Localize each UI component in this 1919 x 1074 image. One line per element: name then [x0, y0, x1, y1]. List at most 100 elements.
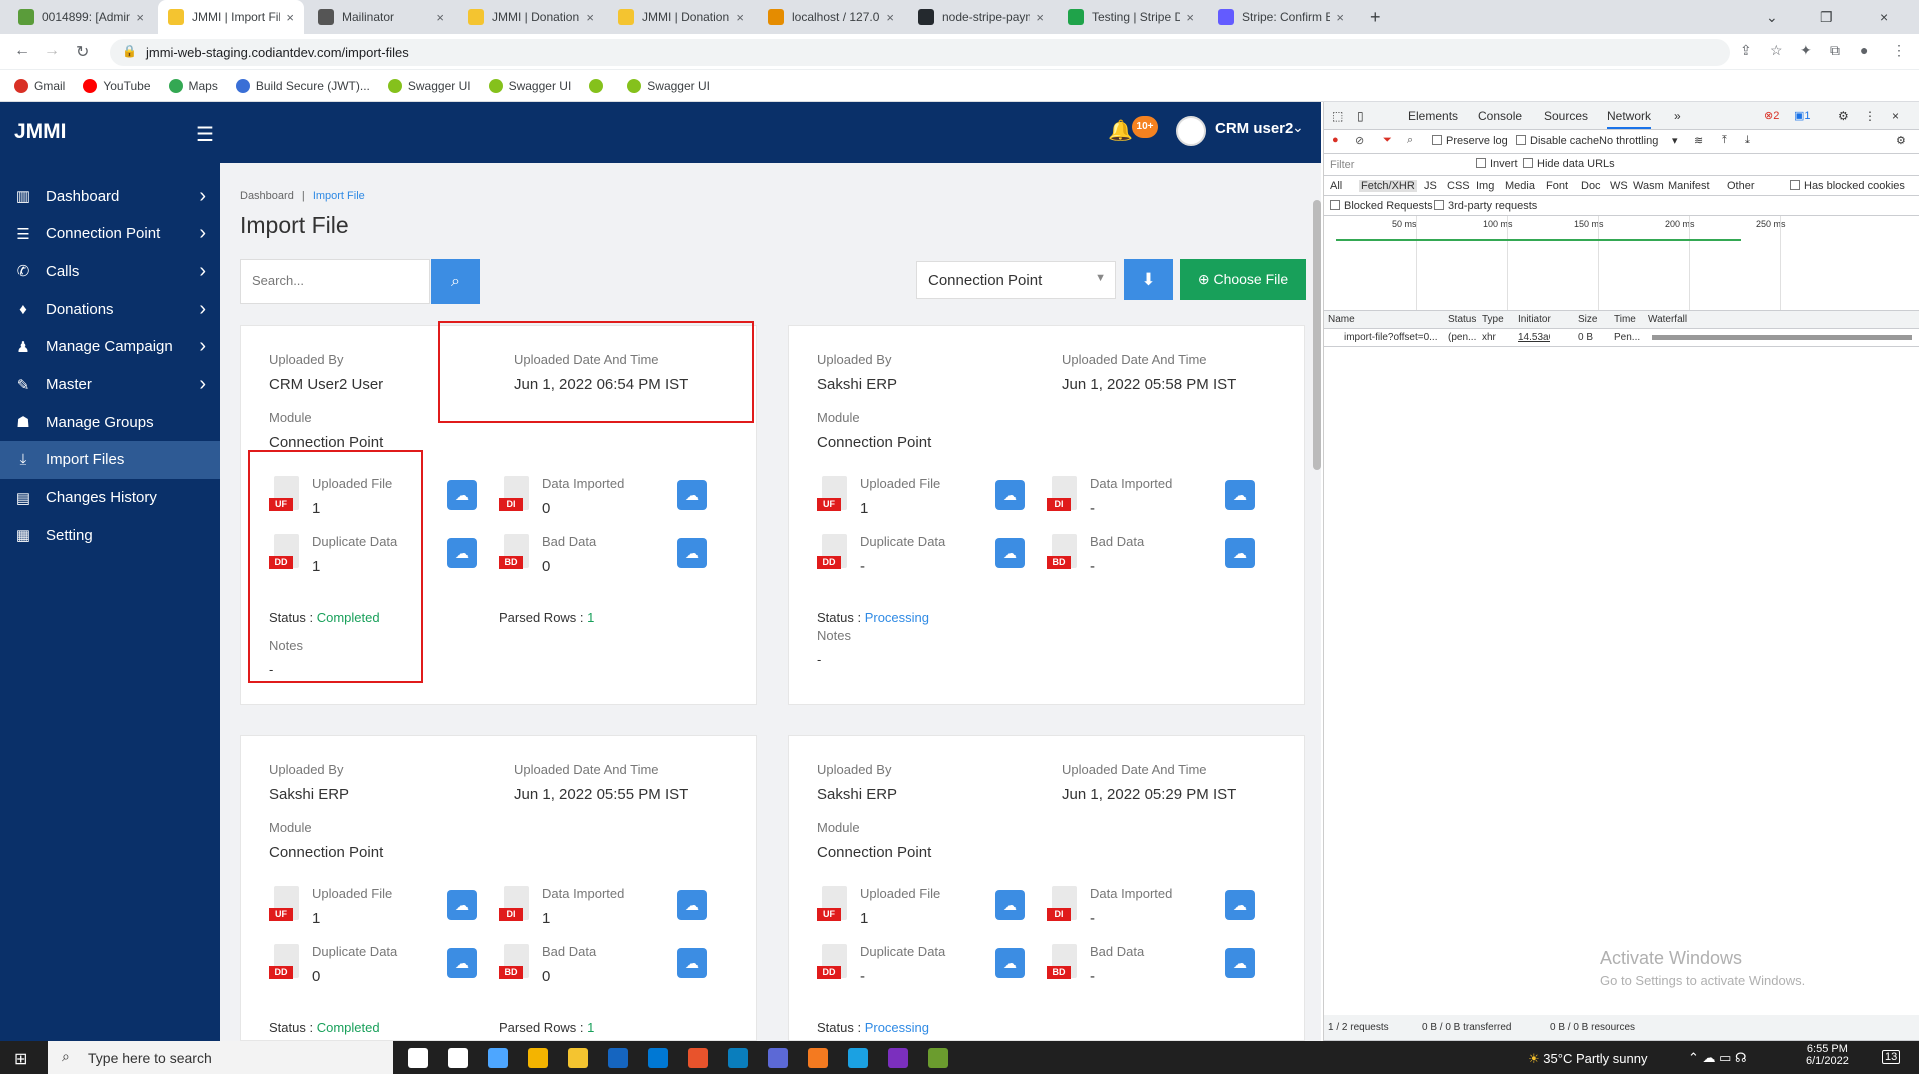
- puzzle-icon[interactable]: ⧉: [1830, 42, 1840, 59]
- checkbox[interactable]: [1476, 158, 1486, 168]
- filter-type-ws[interactable]: WS: [1610, 180, 1628, 192]
- bookmark-item[interactable]: Swagger UI: [387, 78, 471, 93]
- restore-icon[interactable]: ❐: [1810, 0, 1843, 34]
- invert-checkbox[interactable]: Invert: [1476, 158, 1518, 170]
- filter-type-js[interactable]: JS: [1424, 180, 1437, 192]
- filter-type-manifest[interactable]: Manifest: [1668, 180, 1710, 192]
- devtools-tab-elements[interactable]: Elements: [1408, 109, 1458, 123]
- filter-input[interactable]: Filter: [1330, 159, 1460, 171]
- column-header-initiator[interactable]: Initiator: [1518, 314, 1551, 325]
- dropdown-icon[interactable]: ▾: [1672, 134, 1678, 147]
- taskbar-app-icon[interactable]: [648, 1048, 668, 1068]
- brand-logo[interactable]: JMMI: [14, 120, 67, 144]
- close-icon[interactable]: ×: [1336, 10, 1344, 25]
- bookmark-item[interactable]: Maps: [168, 78, 218, 93]
- filter-type-other[interactable]: Other: [1727, 180, 1755, 192]
- more-tabs-icon[interactable]: »: [1674, 109, 1681, 123]
- close-icon[interactable]: ×: [886, 10, 894, 25]
- sidebar-item-manage-groups[interactable]: ☗ Manage Groups: [0, 403, 220, 441]
- bookmark-item[interactable]: Gmail: [14, 78, 65, 93]
- taskbar-app-icon[interactable]: [728, 1048, 748, 1068]
- column-header-waterfall[interactable]: Waterfall: [1648, 314, 1687, 325]
- browser-tab[interactable]: localhost / 127.0.0.1 / ×: [758, 0, 904, 34]
- profile-icon[interactable]: ●: [1860, 42, 1868, 58]
- close-icon[interactable]: ×: [736, 10, 744, 25]
- download-button[interactable]: ☁: [1225, 948, 1255, 978]
- close-window-icon[interactable]: ×: [1870, 0, 1898, 34]
- filter-type-fetch-xhr[interactable]: Fetch/XHR: [1359, 180, 1417, 192]
- avatar[interactable]: [1176, 116, 1206, 146]
- download-button[interactable]: ☁: [677, 890, 707, 920]
- taskbar-app-icon[interactable]: [808, 1048, 828, 1068]
- taskbar-search[interactable]: ⌕ Type here to search: [48, 1041, 393, 1074]
- download-button[interactable]: ☁: [447, 890, 477, 920]
- search-button[interactable]: ⌕: [431, 259, 480, 304]
- column-header-status[interactable]: Status: [1448, 314, 1476, 325]
- sidebar-item-setting[interactable]: ▦ Setting: [0, 516, 220, 554]
- sidebar-item-connection-point[interactable]: ☰ Connection Point ›: [0, 215, 220, 253]
- user-name[interactable]: CRM user2: [1215, 120, 1293, 137]
- filter-type-css[interactable]: CSS: [1447, 180, 1470, 192]
- bookmark-item[interactable]: Swagger UI: [488, 78, 571, 93]
- close-icon[interactable]: ×: [1036, 10, 1044, 25]
- devtools-tab-console[interactable]: Console: [1478, 109, 1522, 123]
- has-blocked-cookies-checkbox[interactable]: Has blocked cookies: [1790, 180, 1905, 192]
- taskbar-app-icon[interactable]: [768, 1048, 788, 1068]
- request-size[interactable]: 0 B: [1578, 332, 1610, 343]
- checkbox[interactable]: [1790, 180, 1800, 190]
- minimize-icon[interactable]: ⌄: [1756, 0, 1788, 34]
- page-scrollbar[interactable]: [1313, 200, 1321, 470]
- browser-tab[interactable]: 0014899: [Admin][Con ×: [8, 0, 154, 34]
- preserve-log-checkbox[interactable]: Preserve log: [1432, 135, 1508, 147]
- error-count[interactable]: ⊗2: [1764, 109, 1779, 122]
- filter-type-media[interactable]: Media: [1505, 180, 1535, 192]
- taskbar-app-icon[interactable]: [928, 1048, 948, 1068]
- blocked-requests-checkbox[interactable]: Blocked Requests: [1330, 200, 1433, 212]
- star-icon[interactable]: ☆: [1770, 42, 1783, 59]
- taskbar-app-icon[interactable]: [488, 1048, 508, 1068]
- share-icon[interactable]: ⇪: [1740, 42, 1752, 59]
- kebab-icon[interactable]: ⋮: [1864, 109, 1876, 123]
- hide-data-urls-checkbox[interactable]: Hide data URLs: [1523, 158, 1615, 170]
- download-button[interactable]: ☁: [677, 480, 707, 510]
- request-type[interactable]: xhr: [1482, 332, 1514, 343]
- sidebar-item-import-files[interactable]: ⤓ Import Files: [0, 440, 220, 479]
- notification-bell-icon[interactable]: 🔔: [1108, 118, 1133, 142]
- taskbar-app-icon[interactable]: [448, 1048, 468, 1068]
- sidebar-item-changes-history[interactable]: ▤ Changes History: [0, 479, 220, 517]
- filter-type-doc[interactable]: Doc: [1581, 180, 1601, 192]
- record-icon[interactable]: ●: [1332, 134, 1339, 146]
- download-button[interactable]: ☁: [995, 538, 1025, 568]
- clock[interactable]: 6:55 PM 6/1/2022: [1806, 1043, 1849, 1067]
- download-button[interactable]: ☁: [677, 538, 707, 568]
- sidebar-item-manage-campaign[interactable]: ♟ Manage Campaign ›: [0, 328, 220, 366]
- inspect-icon[interactable]: ⬚: [1332, 109, 1343, 123]
- filter-type-img[interactable]: Img: [1476, 180, 1494, 192]
- close-icon[interactable]: ×: [1186, 10, 1194, 25]
- windows-start-icon[interactable]: ⊞: [14, 1049, 27, 1069]
- checkbox[interactable]: [1523, 158, 1533, 168]
- browser-tab[interactable]: Stripe: Confirm Email ×: [1208, 0, 1354, 34]
- download-button[interactable]: ☁: [995, 948, 1025, 978]
- taskbar-app-icon[interactable]: [888, 1048, 908, 1068]
- back-icon[interactable]: ←: [14, 42, 30, 60]
- close-icon[interactable]: ×: [286, 10, 294, 25]
- search-icon[interactable]: ⌕: [1407, 134, 1413, 147]
- sidebar-item-donations[interactable]: ♦ Donations ›: [0, 290, 220, 328]
- settings-icon[interactable]: ⚙: [1896, 134, 1906, 147]
- menu-icon[interactable]: ⋮: [1892, 42, 1906, 59]
- hamburger-icon[interactable]: ☰: [196, 122, 214, 147]
- forward-icon[interactable]: →: [44, 42, 60, 60]
- module-select[interactable]: Connection Point ▼: [916, 261, 1116, 299]
- taskbar-app-icon[interactable]: [528, 1048, 548, 1068]
- download-icon[interactable]: ⤓: [1745, 134, 1750, 147]
- browser-tab[interactable]: Testing | Stripe Docum ×: [1058, 0, 1204, 34]
- checkbox[interactable]: [1516, 135, 1526, 145]
- search-input[interactable]: Search...: [240, 259, 430, 304]
- sidebar-item-dashboard[interactable]: ▥ Dashboard ›: [0, 177, 220, 215]
- download-button[interactable]: ☁: [1225, 480, 1255, 510]
- breadcrumb-home[interactable]: Dashboard: [240, 190, 294, 202]
- bookmark-item[interactable]: Swagger UI: [627, 78, 710, 93]
- reload-icon[interactable]: ↻: [76, 42, 89, 62]
- choose-file-button[interactable]: ⊕ Choose File: [1180, 259, 1306, 300]
